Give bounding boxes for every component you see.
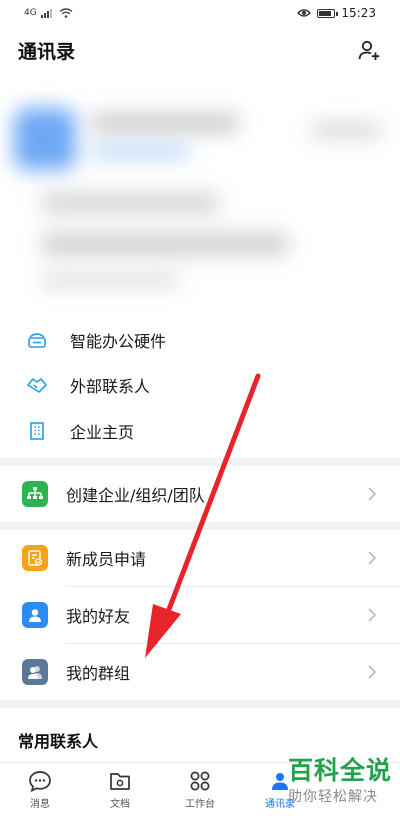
new-member-icon xyxy=(22,545,48,571)
quick-item-label: 企业主页 xyxy=(70,423,135,442)
message-icon xyxy=(29,770,51,792)
contact-item-label: 我的好友 xyxy=(66,607,131,626)
blurred-text xyxy=(40,233,290,255)
new-member-request-item[interactable]: 新成员申请 xyxy=(0,530,400,586)
blurred-text xyxy=(40,273,180,287)
battery-icon xyxy=(317,8,339,18)
status-bar: 4G 15:23 xyxy=(0,0,400,26)
group-icon xyxy=(22,659,48,685)
watermark-main: 百科全说 xyxy=(287,756,392,785)
quick-item-label: 外部联系人 xyxy=(70,377,151,396)
contact-item-label: 我的群组 xyxy=(66,664,131,683)
blurred-text xyxy=(90,144,190,158)
workbench-icon xyxy=(190,771,210,790)
nav-label: 消息 xyxy=(30,798,50,810)
nav-label: 工作台 xyxy=(185,798,215,810)
network-indicator: 4G xyxy=(24,8,37,18)
chevron-right-icon xyxy=(366,608,378,622)
section-separator xyxy=(0,458,400,466)
signal-icon xyxy=(40,9,52,18)
eye-icon xyxy=(297,9,312,17)
building-icon xyxy=(26,420,48,442)
friend-icon xyxy=(22,602,48,628)
add-user-icon xyxy=(358,40,380,60)
chevron-right-icon xyxy=(366,551,378,565)
add-contact-button[interactable] xyxy=(356,37,382,63)
wifi-icon xyxy=(59,8,73,18)
blurred-org-section xyxy=(0,78,400,310)
create-org-item[interactable]: 创建企业/组织/团队 xyxy=(0,466,400,522)
battery-fill xyxy=(319,10,332,16)
nav-tab-messages[interactable]: 消息 xyxy=(0,763,80,816)
quick-item-label: 智能办公硬件 xyxy=(70,332,167,351)
handshake-icon xyxy=(26,374,48,396)
status-right: 15:23 xyxy=(297,6,376,20)
blurred-text xyxy=(90,114,240,132)
quick-item-enterprise-home[interactable]: 企业主页 xyxy=(0,408,400,454)
blurred-text xyxy=(40,193,220,213)
watermark: 百科全说 助你轻松解决 xyxy=(288,756,392,806)
my-groups-item[interactable]: 我的群组 xyxy=(0,644,400,700)
quick-item-external-contacts[interactable]: 外部联系人 xyxy=(0,362,400,408)
hardware-icon xyxy=(26,329,48,351)
chevron-right-icon xyxy=(366,487,378,501)
watermark-sub: 助你轻松解决 xyxy=(287,789,378,805)
nav-label: 文档 xyxy=(110,798,130,810)
create-org-label: 创建企业/组织/团队 xyxy=(66,486,205,505)
chevron-right-icon xyxy=(366,665,378,679)
quick-item-hardware[interactable]: 智能办公硬件 xyxy=(0,317,400,363)
nav-tab-workbench[interactable]: 工作台 xyxy=(160,763,240,816)
nav-tab-documents[interactable]: 文档 xyxy=(80,763,160,816)
page-title: 通讯录 xyxy=(18,40,76,63)
blurred-text xyxy=(310,122,382,138)
status-left: 4G xyxy=(24,8,73,18)
section-separator xyxy=(0,700,400,708)
frequent-contacts-title: 常用联系人 xyxy=(18,732,99,751)
status-time: 15:23 xyxy=(341,6,376,20)
contact-item-label: 新成员申请 xyxy=(66,550,147,569)
blurred-avatar xyxy=(14,108,76,170)
my-friends-item[interactable]: 我的好友 xyxy=(0,587,400,643)
org-chart-icon xyxy=(22,481,48,507)
document-icon xyxy=(110,772,130,790)
section-separator xyxy=(0,522,400,530)
header: 通讯录 xyxy=(0,26,400,74)
